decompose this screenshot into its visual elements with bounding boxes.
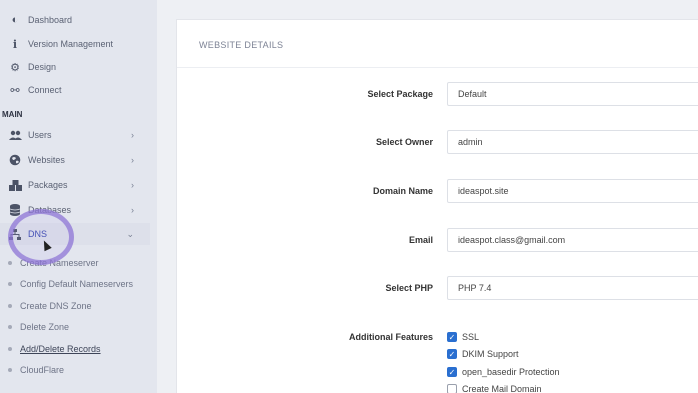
users-icon <box>8 128 22 142</box>
website-details-panel: WEBSITE DETAILS Select Package Default S… <box>176 19 698 393</box>
select-php-label: Select PHP <box>385 283 433 293</box>
dkim-support-checkbox[interactable]: ✓ DKIM Support <box>447 349 519 359</box>
globe-icon <box>8 153 22 167</box>
packages-icon <box>8 178 22 192</box>
gear-icon: ⚙ <box>10 61 20 74</box>
checkbox-label: Create Mail Domain <box>462 384 542 393</box>
chevron-right-icon: › <box>131 130 134 140</box>
submenu-create-dns-zone[interactable]: Create DNS Zone <box>5 296 145 316</box>
domain-name-label: Domain Name <box>372 186 433 196</box>
create-mail-domain-checkbox[interactable]: Create Mail Domain <box>447 384 542 393</box>
checkbox-checked-icon: ✓ <box>447 332 457 342</box>
checkbox-label: open_basedir Protection <box>462 367 560 377</box>
sidebar-item-users[interactable]: Users › <box>0 124 150 146</box>
submenu-cloudflare[interactable]: CloudFlare <box>5 360 145 380</box>
email-input[interactable]: ideaspot.class@gmail.com <box>447 228 698 252</box>
checkbox-checked-icon: ✓ <box>447 349 457 359</box>
checkbox-checked-icon: ✓ <box>447 367 457 377</box>
bullet-icon <box>8 347 12 351</box>
sidebar: ◐ Dashboard i Version Management ⚙ Desig… <box>0 0 157 393</box>
bullet-icon <box>8 304 12 308</box>
select-php-dropdown[interactable]: PHP 7.4 <box>447 276 698 300</box>
submenu-config-default-nameservers[interactable]: Config Default Nameservers <box>5 274 145 294</box>
sidebar-item-packages[interactable]: Packages › <box>0 174 150 196</box>
chevron-right-icon: › <box>131 155 134 165</box>
sidebar-item-label: Packages <box>28 180 68 190</box>
section-label-main: MAIN <box>2 110 23 119</box>
open-basedir-protection-checkbox[interactable]: ✓ open_basedir Protection <box>447 367 560 377</box>
bullet-icon <box>8 325 12 329</box>
sidebar-item-dashboard[interactable]: ◐ Dashboard <box>0 9 150 31</box>
checkbox-label: SSL <box>462 332 480 342</box>
sidebar-item-label: Design <box>28 62 57 72</box>
palette-icon: ◐ <box>11 14 19 26</box>
chevron-down-icon: ⌄ <box>126 228 134 239</box>
bullet-icon <box>8 261 12 265</box>
select-package-label: Select Package <box>367 89 433 99</box>
submenu-add-delete-records[interactable]: Add/Delete Records <box>5 339 145 359</box>
ssl-checkbox[interactable]: ✓ SSL <box>447 332 479 342</box>
link-icon: ⚯ <box>10 84 20 97</box>
checkbox-unchecked-icon <box>447 384 457 393</box>
sidebar-item-label: Websites <box>28 155 65 165</box>
info-icon: i <box>12 37 18 51</box>
domain-name-input[interactable]: ideaspot.site <box>447 179 698 203</box>
dns-submenu: Create Nameserver Config Default Nameser… <box>5 253 145 383</box>
select-owner-label: Select Owner <box>375 137 433 147</box>
sidebar-item-label: Users <box>28 130 52 140</box>
select-package-dropdown[interactable]: Default <box>447 82 698 106</box>
sidebar-item-label: Connect <box>28 85 62 95</box>
sidebar-item-connect[interactable]: ⚯ Connect <box>0 79 150 101</box>
select-owner-dropdown[interactable]: admin <box>447 130 698 154</box>
cursor-highlight-ring <box>8 209 74 265</box>
sidebar-item-design[interactable]: ⚙ Design <box>0 56 150 78</box>
additional-features-label: Additional Features <box>348 332 433 342</box>
sidebar-item-version-management[interactable]: i Version Management <box>0 33 150 55</box>
sidebar-item-label: Dashboard <box>28 15 73 25</box>
divider <box>177 67 698 68</box>
bullet-icon <box>8 282 12 286</box>
bullet-icon <box>8 368 12 372</box>
chevron-right-icon: › <box>131 180 134 190</box>
sidebar-item-label: Version Management <box>28 39 114 49</box>
chevron-right-icon: › <box>131 205 134 215</box>
checkbox-label: DKIM Support <box>462 349 519 359</box>
submenu-delete-zone[interactable]: Delete Zone <box>5 317 145 337</box>
page-title: WEBSITE DETAILS <box>199 40 284 50</box>
sidebar-item-websites[interactable]: Websites › <box>0 149 150 171</box>
email-label: Email <box>408 235 433 245</box>
